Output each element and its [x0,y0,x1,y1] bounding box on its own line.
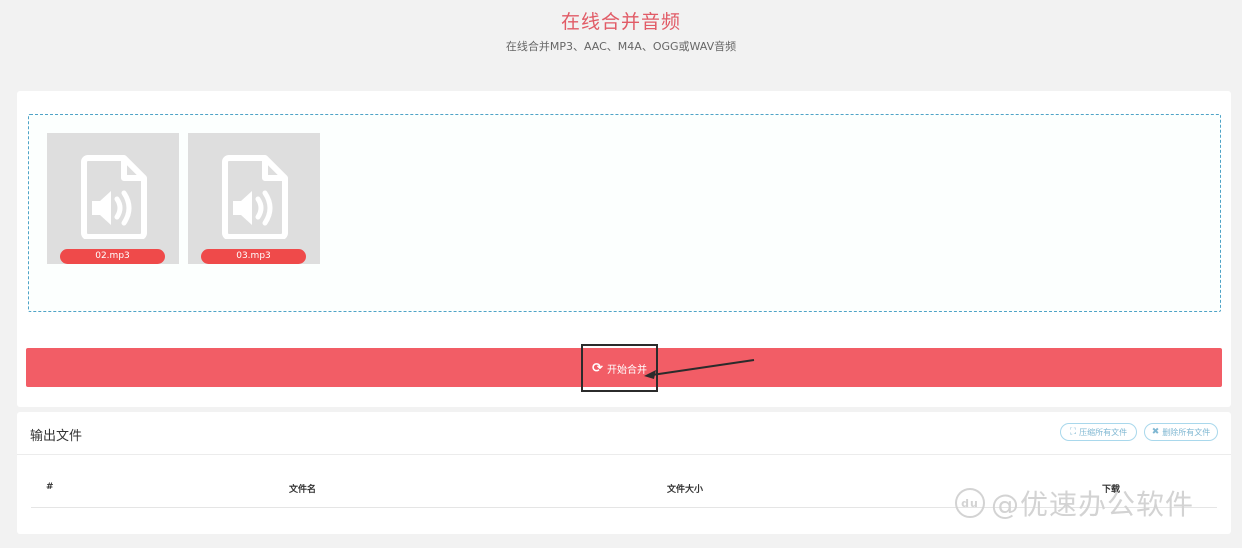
output-title: 输出文件 [30,429,83,444]
watermark: du @优速办公软件 [955,484,1194,522]
watermark-text: @优速办公软件 [991,488,1195,521]
column-header-filesize: 文件大小 [667,485,704,495]
file-name-label: 02.mp3 [60,249,165,264]
file-thumbnail[interactable]: 02.mp3 [47,133,179,264]
column-header-index: # [46,482,54,492]
upload-card: 02.mp3 03.mp3 ⟳ 开始合并 [17,91,1231,407]
compress-all-button[interactable]: ⛶ 压缩所有文件 [1060,423,1137,441]
header-divider [17,454,1231,455]
file-dropzone[interactable]: 02.mp3 03.mp3 [28,114,1221,312]
compress-all-label: 压缩所有文件 [1079,427,1128,437]
page-subtitle: 在线合并MP3、AAC、M4A、OGG或WAV音频 [505,40,737,53]
compress-icon: ⛶ [1069,427,1077,437]
start-merge-bar[interactable]: ⟳ 开始合并 [26,344,1222,392]
audio-file-icon [222,155,288,239]
baidu-logo-icon: du [955,488,985,518]
refresh-icon: ⟳ [592,360,603,376]
file-thumbnail[interactable]: 03.mp3 [188,133,320,264]
column-header-filename: 文件名 [289,485,317,495]
clear-all-button[interactable]: ✖ 删除所有文件 [1144,423,1218,441]
annotation-arrow-icon [644,359,755,379]
file-name-label: 03.mp3 [201,249,306,264]
audio-file-icon [81,155,147,239]
clear-all-label: 删除所有文件 [1162,427,1211,437]
page-title: 在线合并音频 [560,11,681,33]
close-icon: ✖ [1151,427,1160,437]
